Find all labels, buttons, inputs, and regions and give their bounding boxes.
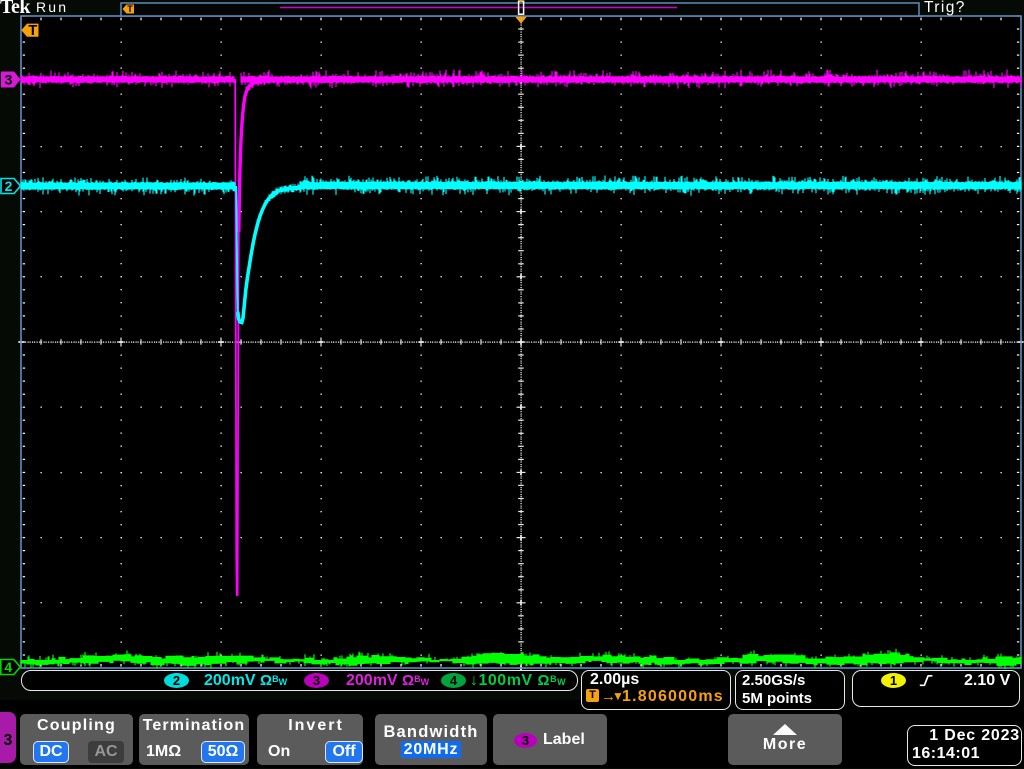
svg-text:T: T (28, 23, 37, 39)
svg-text:2: 2 (5, 178, 13, 194)
svg-text:T: T (127, 4, 133, 14)
svg-text:3: 3 (5, 72, 13, 88)
svg-text:4: 4 (4, 659, 12, 675)
